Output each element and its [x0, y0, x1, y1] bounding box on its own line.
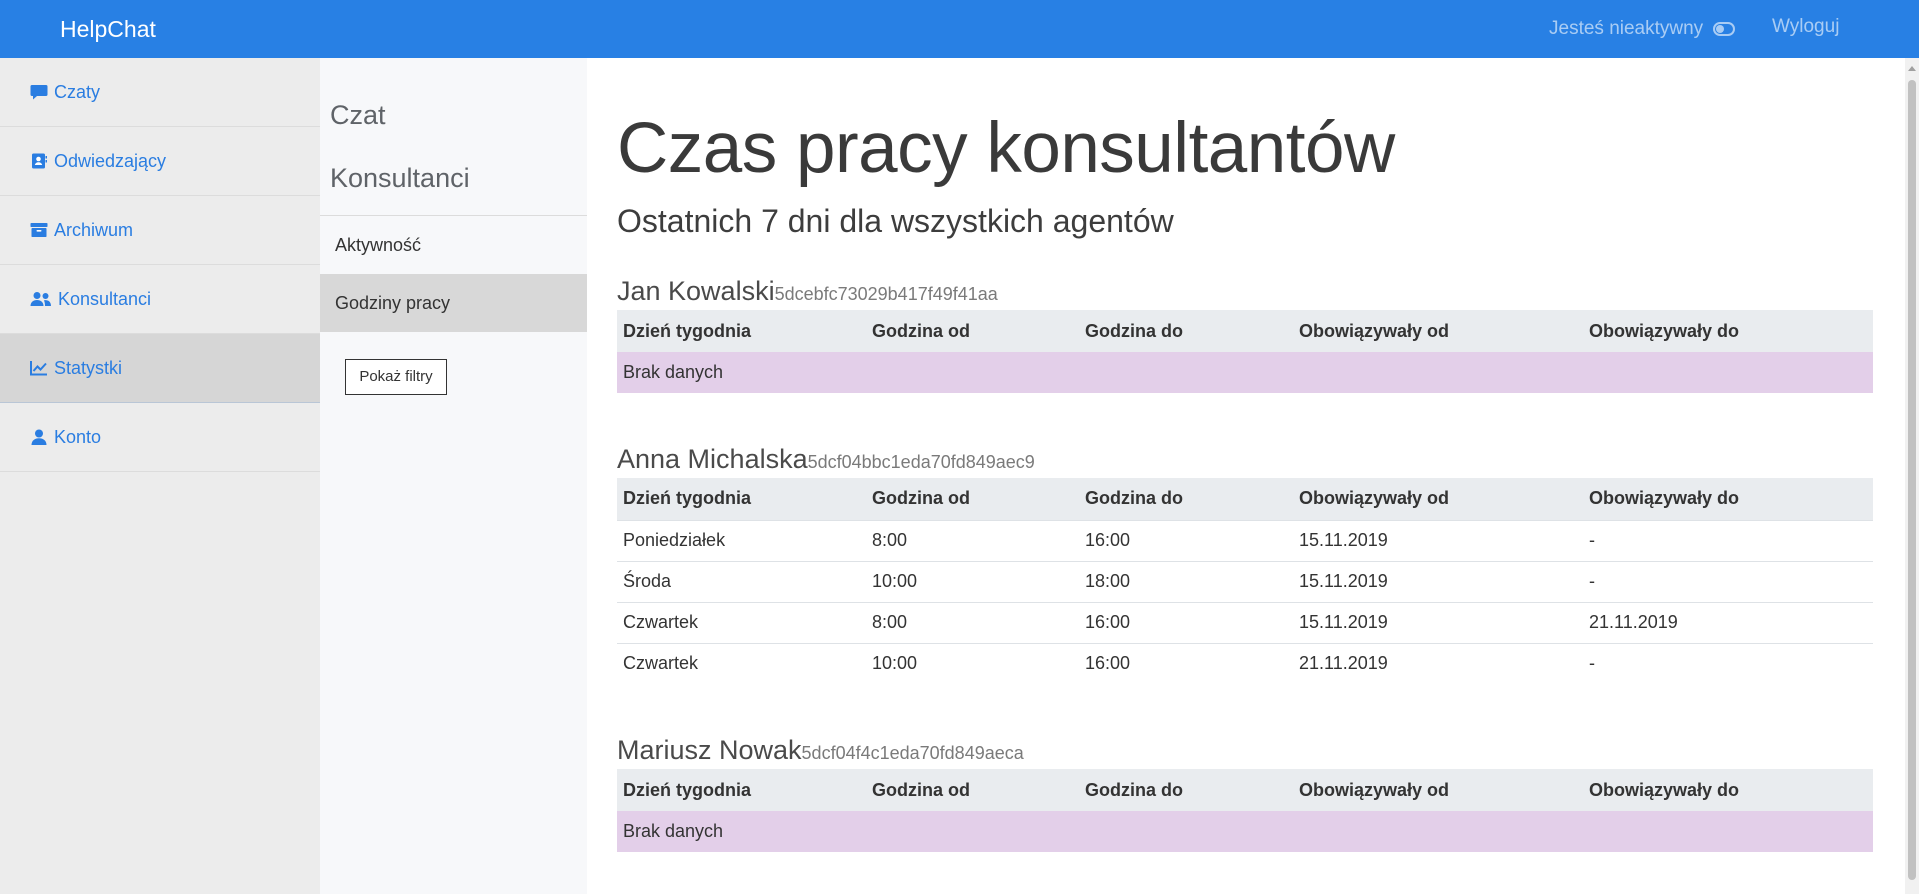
table-header-row: Dzień tygodnia Godzina od Godzina do Obo… — [617, 310, 1873, 352]
sidebar-item-statystki[interactable]: Statystki — [0, 334, 320, 403]
agent-name: Anna Michalska — [617, 444, 808, 474]
table-cell: Środa — [617, 560, 866, 602]
column-header: Dzień tygodnia — [617, 310, 866, 352]
agent-header: Mariusz Nowak5dcf04f4c1eda70fd849aeca — [617, 735, 1873, 769]
column-header: Godzina do — [1079, 769, 1293, 811]
show-filters-button[interactable]: Pokaż filtry — [345, 359, 447, 395]
sidebar: Czaty Odwiedzający Archiwum Konsultanci … — [0, 58, 320, 894]
table-row: Poniedziałek 8:00 16:00 15.11.2019 - — [617, 519, 1873, 561]
column-header: Obowiązywały do — [1583, 310, 1873, 352]
table-header-row: Dzień tygodnia Godzina od Godzina do Obo… — [617, 478, 1873, 520]
column-header: Godzina od — [866, 769, 1079, 811]
table-cell: Czwartek — [617, 642, 866, 684]
chart-line-icon — [30, 360, 48, 376]
table-cell: 16:00 — [1079, 642, 1293, 684]
column-header: Obowiązywały od — [1293, 769, 1583, 811]
toggle-icon[interactable] — [1713, 22, 1736, 36]
column-header: Obowiązywały do — [1583, 769, 1873, 811]
table-cell: 15.11.2019 — [1293, 560, 1583, 602]
sidebar-item-konto[interactable]: Konto — [0, 403, 320, 472]
table-row: Środa 10:00 18:00 15.11.2019 - — [617, 560, 1873, 602]
sidebar-item-label: Odwiedzający — [54, 150, 167, 171]
table-row: Czwartek 8:00 16:00 15.11.2019 21.11.201… — [617, 601, 1873, 643]
column-header: Obowiązywały od — [1293, 478, 1583, 520]
schedule-table: Dzień tygodnia Godzina od Godzina do Obo… — [617, 769, 1873, 852]
table-cell: - — [1583, 519, 1873, 561]
table-header-row: Dzień tygodnia Godzina od Godzina do Obo… — [617, 769, 1873, 811]
page-subtitle: Ostatnich 7 dni dla wszystkich agentów — [617, 203, 1174, 239]
agent-section: Mariusz Nowak5dcf04f4c1eda70fd849aeca Dz… — [617, 735, 1873, 852]
sidebar-item-label: Statystki — [54, 357, 123, 378]
scrollbar-thumb[interactable] — [1908, 80, 1916, 880]
table-cell: 8:00 — [866, 519, 1079, 561]
column-header: Godzina od — [866, 478, 1079, 520]
table-cell: 15.11.2019 — [1293, 601, 1583, 643]
column-header: Obowiązywały od — [1293, 310, 1583, 352]
column-header: Godzina do — [1079, 478, 1293, 520]
sidebar-item-label: Czaty — [54, 81, 101, 102]
agent-id: 5dcebfc73029b417f49f41aa — [774, 284, 998, 304]
agent-header: Anna Michalska5dcf04bbc1eda70fd849aec9 — [617, 444, 1873, 478]
sidebar-item-label: Konto — [54, 426, 102, 447]
table-cell: 8:00 — [866, 601, 1079, 643]
sidebar-item-konsultanci[interactable]: Konsultanci — [0, 265, 320, 334]
sidebar-item-label: Konsultanci — [58, 288, 152, 309]
empty-message: Brak danych — [617, 352, 1873, 393]
empty-message: Brak danych — [617, 811, 1873, 852]
column-header: Obowiązywały do — [1583, 478, 1873, 520]
main-content: Czas pracy konsultantów Ostatnich 7 dni … — [587, 58, 1905, 894]
table-cell: 18:00 — [1079, 560, 1293, 602]
sidebar-item-odwiedzajacy[interactable]: Odwiedzający — [0, 127, 320, 196]
subnav-heading-czat[interactable]: Czat — [330, 100, 386, 131]
schedule-table: Dzień tygodnia Godzina od Godzina do Obo… — [617, 310, 1873, 393]
table-cell: Poniedziałek — [617, 519, 866, 561]
agent-header: Jan Kowalski5dcebfc73029b417f49f41aa — [617, 276, 1873, 310]
table-cell: - — [1583, 560, 1873, 602]
table-row: Czwartek 10:00 16:00 21.11.2019 - — [617, 642, 1873, 684]
brand-logo[interactable]: HelpChat — [60, 0, 156, 58]
agent-id: 5dcf04f4c1eda70fd849aeca — [801, 743, 1024, 763]
table-cell: 16:00 — [1079, 519, 1293, 561]
table-cell: 10:00 — [866, 560, 1079, 602]
page-scrollbar[interactable] — [1905, 58, 1919, 894]
column-header: Dzień tygodnia — [617, 769, 866, 811]
table-cell: 10:00 — [866, 642, 1079, 684]
sidebar-item-archiwum[interactable]: Archiwum — [0, 196, 320, 265]
agent-section: Anna Michalska5dcf04bbc1eda70fd849aec9 D… — [617, 444, 1873, 684]
column-header: Dzień tygodnia — [617, 478, 866, 520]
chat-icon — [30, 84, 48, 100]
column-header: Godzina do — [1079, 310, 1293, 352]
secondary-nav: Czat Konsultanci Aktywność Godziny pracy… — [320, 58, 587, 894]
table-cell: Czwartek — [617, 601, 866, 643]
subnav-item-godziny-pracy[interactable]: Godziny pracy — [320, 274, 587, 332]
top-navbar: HelpChat Jesteś nieaktywny Wyloguj — [0, 0, 1919, 58]
page-title: Czas pracy konsultantów — [617, 109, 1395, 188]
status-text: Jesteś nieaktywny — [1549, 18, 1704, 39]
users-icon — [30, 291, 52, 307]
table-cell: 15.11.2019 — [1293, 519, 1583, 561]
subnav-item-aktywnosc[interactable]: Aktywność — [320, 216, 587, 274]
schedule-table: Dzień tygodnia Godzina od Godzina do Obo… — [617, 478, 1873, 684]
subnav-heading-konsultanci[interactable]: Konsultanci — [330, 163, 470, 194]
table-cell: - — [1583, 642, 1873, 684]
table-cell: 16:00 — [1079, 601, 1293, 643]
sidebar-item-label: Archiwum — [54, 219, 134, 240]
column-header: Godzina od — [866, 310, 1079, 352]
agent-name: Mariusz Nowak — [617, 735, 802, 765]
table-cell: 21.11.2019 — [1583, 601, 1873, 643]
scroll-up-arrow-icon[interactable] — [1908, 66, 1916, 71]
status-toggle[interactable]: Jesteś nieaktywny — [1549, 0, 1736, 58]
agent-section: Jan Kowalski5dcebfc73029b417f49f41aa Dzi… — [617, 276, 1873, 393]
table-cell: 21.11.2019 — [1293, 642, 1583, 684]
contact-card-icon — [30, 153, 48, 169]
logout-link[interactable]: Wyloguj — [1772, 0, 1839, 58]
user-icon — [30, 429, 48, 445]
agent-id: 5dcf04bbc1eda70fd849aec9 — [807, 452, 1035, 472]
sidebar-item-czaty[interactable]: Czaty — [0, 58, 320, 127]
agent-name: Jan Kowalski — [617, 276, 775, 306]
empty-row: Brak danych — [617, 352, 1873, 393]
empty-row: Brak danych — [617, 811, 1873, 852]
archive-box-icon — [30, 222, 48, 238]
